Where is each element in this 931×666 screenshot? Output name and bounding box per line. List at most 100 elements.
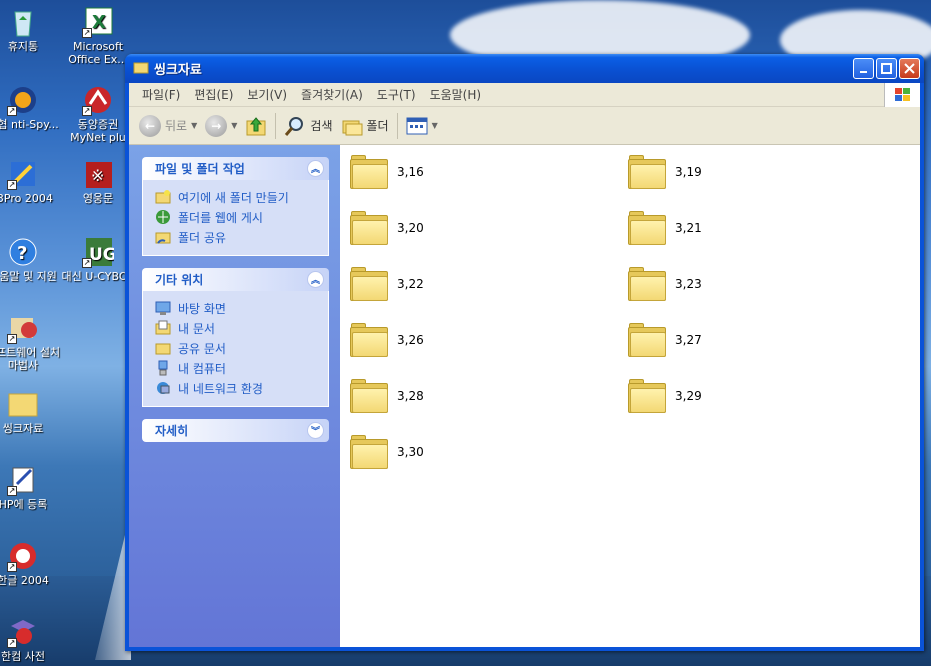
search-label: 검색: [310, 119, 333, 133]
folder-label: 3,22: [397, 277, 424, 291]
menu-help[interactable]: 도움말(H): [423, 86, 489, 103]
folder-item[interactable]: 3,23: [628, 267, 702, 301]
folder-item[interactable]: 3,28: [350, 379, 424, 413]
task-publish-web[interactable]: 폴더를 웹에 게시: [155, 207, 318, 227]
folder-icon: [628, 323, 666, 357]
back-button[interactable]: ← 뒤로 ▼: [135, 113, 201, 139]
recycle-bin-icon: [7, 6, 39, 38]
folder-icon: [350, 379, 388, 413]
title-bar[interactable]: 씽크자료: [125, 54, 924, 83]
search-button[interactable]: 검색: [280, 113, 336, 139]
task-label: 폴더를 웹에 게시: [178, 210, 263, 225]
other-places-header[interactable]: 기타 위치 ︽: [142, 268, 329, 291]
collapse-icon[interactable]: ︽: [307, 160, 324, 177]
hp-register-icon: ↗: [7, 464, 39, 496]
menu-edit[interactable]: 편집(E): [187, 86, 240, 103]
windows-logo-icon: [884, 83, 920, 107]
place-label: 내 컴퓨터: [178, 361, 226, 376]
group-title: 파일 및 폴더 작업: [155, 162, 245, 176]
folder-item[interactable]: 3,16: [350, 155, 424, 189]
place-label: 바탕 화면: [178, 301, 226, 316]
desktop-icon-hangul[interactable]: ↗ 한글 2004: [0, 540, 61, 587]
svg-text:?: ?: [17, 243, 27, 264]
desktop-icon-hancom-dictionary[interactable]: ↗ 한컴 사전: [0, 616, 61, 663]
file-list: 3,16 3,19 3,20 3,21 3,22 3,23 3,26 3,27 …: [340, 145, 920, 647]
toolbar-separator: [396, 112, 398, 139]
menu-view[interactable]: 보기(V): [240, 86, 294, 103]
help-icon: ?: [7, 236, 39, 268]
desktop-icon-folder[interactable]: 씽크자료: [0, 388, 61, 435]
back-arrow-icon: ←: [139, 114, 161, 137]
up-folder-icon: [246, 116, 266, 135]
place-desktop[interactable]: 바탕 화면: [155, 298, 318, 318]
folder-item[interactable]: 3,29: [628, 379, 702, 413]
program-icon: ↗: [7, 158, 39, 190]
place-my-computer[interactable]: 내 컴퓨터: [155, 358, 318, 378]
group-title: 자세히: [155, 424, 189, 438]
desktop-icon-software-wizard[interactable]: ↗ 소프트웨어 설치 마법사: [0, 312, 61, 372]
folder-icon: [350, 323, 388, 357]
antispy-icon: ↗: [7, 84, 39, 116]
menu-bar: 파일(F) 편집(E) 보기(V) 즐겨찾기(A) 도구(T) 도움말(H): [129, 83, 920, 107]
details-header[interactable]: 자세히 ︾: [142, 419, 329, 442]
desktop-icon-help[interactable]: ? 도움말 및 지원: [0, 236, 61, 283]
maximize-icon: [881, 63, 892, 74]
folders-label: 폴더: [366, 119, 389, 133]
folders-button[interactable]: 폴더: [337, 114, 393, 138]
cybos-icon: UG ↗: [82, 236, 117, 268]
place-my-documents[interactable]: 내 문서: [155, 318, 318, 338]
collapse-icon[interactable]: ︽: [307, 271, 324, 288]
forward-button[interactable]: → ▼: [201, 113, 241, 139]
new-folder-icon: [155, 190, 171, 204]
my-documents-icon: [155, 320, 171, 335]
desktop-icon-label: 한컴 사전: [1, 650, 45, 663]
folders-icon: [342, 120, 362, 135]
task-share-folder[interactable]: 폴더 공유: [155, 227, 318, 247]
folder-icon: [628, 211, 666, 245]
folder-item[interactable]: 3,27: [628, 323, 702, 357]
folder-label: 3,20: [397, 221, 424, 235]
svg-text:X: X: [92, 12, 106, 33]
desktop-icon-antispy[interactable]: ↗ 농협 nti-Spy...: [0, 84, 61, 131]
maximize-button[interactable]: [876, 58, 897, 79]
task-label: 여기에 새 폴더 만들기: [178, 190, 289, 205]
other-places-group: 기타 위치 ︽ 바탕 화면 내 문서 공유 문서 내 컴퓨터 내 네트워크 환경: [142, 268, 329, 407]
task-label: 폴더 공유: [178, 230, 226, 245]
chevron-down-icon: ▼: [231, 121, 238, 130]
content-area: 파일 및 폴더 작업 ︽ 여기에 새 폴더 만들기 폴더를 웹에 게시 폴더 공…: [129, 145, 920, 647]
place-my-network[interactable]: 내 네트워크 환경: [155, 378, 318, 398]
task-new-folder[interactable]: 여기에 새 폴더 만들기: [155, 187, 318, 207]
desktop-icon-label: 씽크자료: [2, 422, 44, 435]
folder-item[interactable]: 3,30: [350, 435, 424, 469]
desktop-icon-recycle-bin[interactable]: 휴지통: [0, 6, 61, 53]
desktop-icon-hp-register[interactable]: ↗ HP에 등록: [0, 464, 61, 511]
window-title: 씽크자료: [154, 63, 202, 78]
desktop-icon-excel[interactable]: X ↗ Microsoft Office Ex...: [60, 6, 136, 66]
up-folder-button[interactable]: [241, 113, 271, 139]
folder-label: 3,30: [397, 445, 424, 459]
menu-file[interactable]: 파일(F): [135, 86, 187, 103]
desktop-icon-program[interactable]: ↗ /3Pro 2004: [0, 158, 61, 205]
explorer-window: 씽크자료 파일(F) 편집(E) 보기(V) 즐겨찾기(A) 도구(T) 도움말…: [125, 54, 924, 651]
folder-item[interactable]: 3,26: [350, 323, 424, 357]
folder-label: 3,19: [675, 165, 702, 179]
folder-item[interactable]: 3,22: [350, 267, 424, 301]
forward-arrow-icon: →: [205, 114, 228, 137]
place-label: 공유 문서: [178, 341, 226, 356]
place-shared-documents[interactable]: 공유 문서: [155, 338, 318, 358]
place-label: 내 네트워크 환경: [178, 381, 263, 396]
file-folder-tasks-header[interactable]: 파일 및 폴더 작업 ︽: [142, 157, 329, 180]
folder-item[interactable]: 3,19: [628, 155, 702, 189]
software-wizard-icon: ↗: [7, 312, 39, 344]
desktop-icon-label: 휴지통: [7, 40, 39, 53]
menu-favorites[interactable]: 즐겨찾기(A): [294, 86, 370, 103]
expand-icon[interactable]: ︾: [307, 422, 324, 439]
minimize-button[interactable]: [853, 58, 874, 79]
folder-icon: [628, 267, 666, 301]
desktop-icon-label: 농협 nti-Spy...: [0, 118, 59, 131]
menu-tools[interactable]: 도구(T): [370, 86, 423, 103]
folder-item[interactable]: 3,21: [628, 211, 702, 245]
close-button[interactable]: [899, 58, 920, 79]
views-button[interactable]: ▼: [402, 115, 442, 137]
folder-item[interactable]: 3,20: [350, 211, 424, 245]
